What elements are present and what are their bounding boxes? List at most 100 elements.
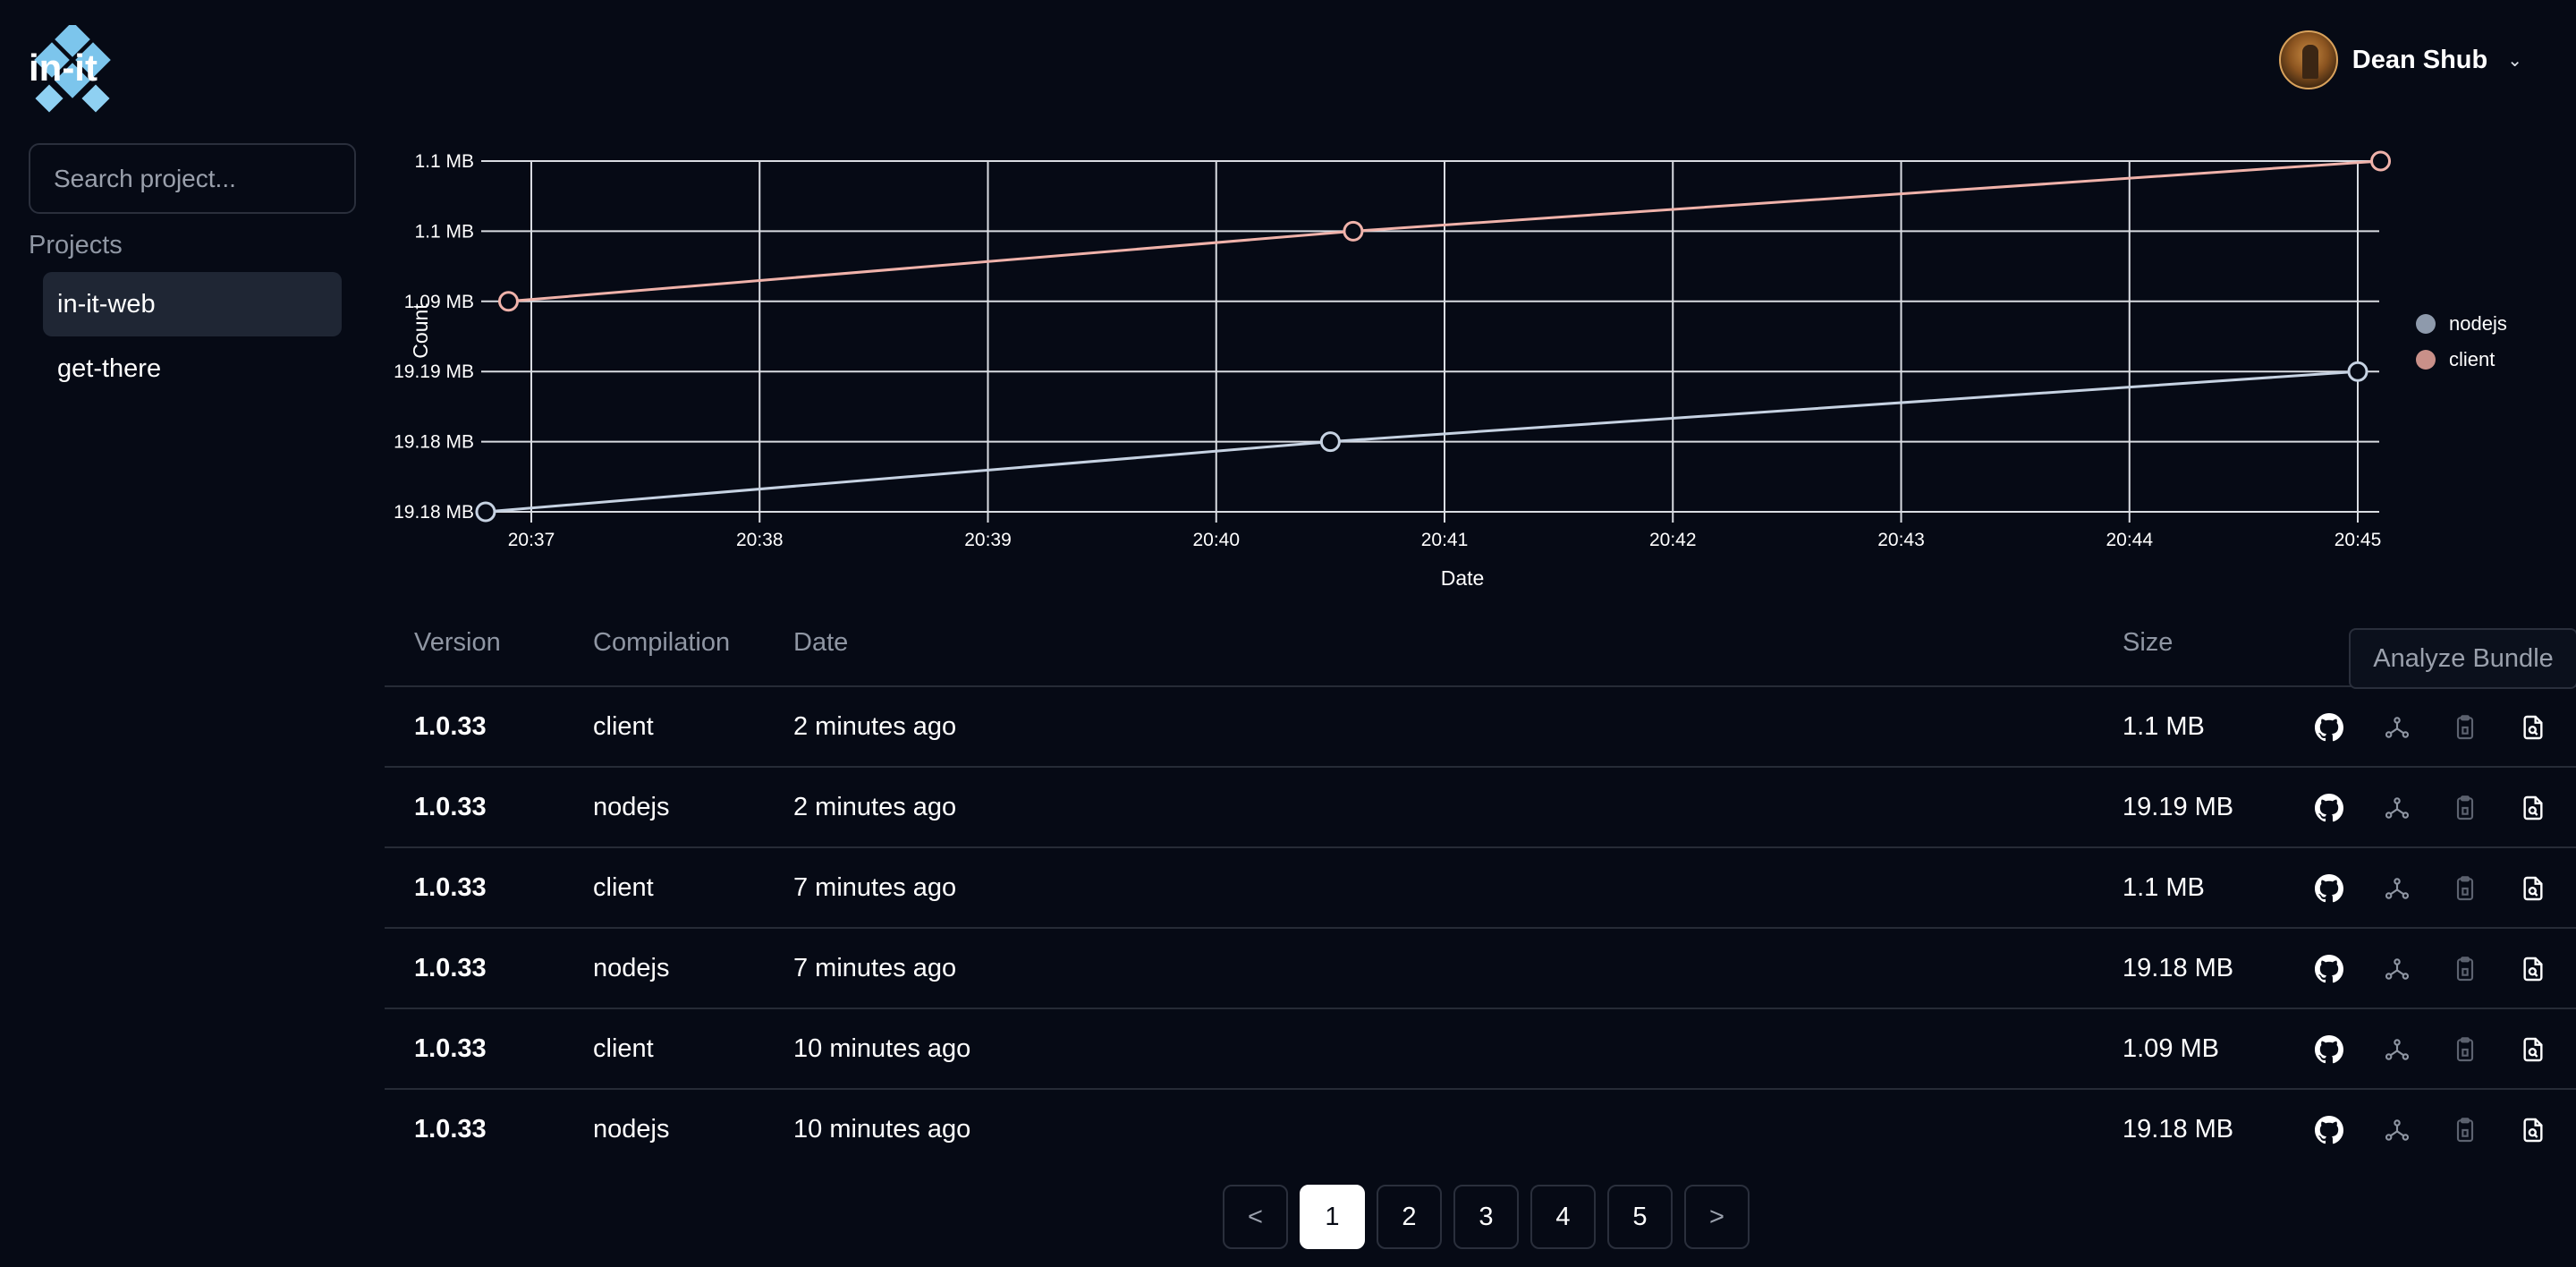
clipboard-icon[interactable] (2451, 713, 2479, 742)
row-version: 1.0.33 (414, 1034, 487, 1063)
x-tick-label: 20:38 (736, 530, 784, 550)
table-header: Version Compilation Date Size Analyze Bu… (385, 617, 2576, 689)
user-menu[interactable]: Dean Shub ⌄ (2278, 30, 2522, 89)
file-search-icon[interactable] (2519, 794, 2547, 822)
graph-icon[interactable] (2383, 713, 2411, 742)
table-row[interactable]: 1.0.33 client 7 minutes ago 1.1 MB (385, 848, 2576, 929)
row-date: 7 minutes ago (793, 954, 957, 982)
page-1-button[interactable]: 1 (1300, 1185, 1365, 1249)
file-search-icon[interactable] (2519, 713, 2547, 742)
page-4-button[interactable]: 4 (1530, 1185, 1596, 1249)
bundle-size-chart: 19.18 MB 19.18 MB 19.19 MB 1.09 MB 1.1 MB 1.1… (376, 134, 2576, 599)
file-search-icon[interactable] (2519, 874, 2547, 903)
sidebar: in-it Projects in-it-web get-there (0, 0, 376, 1267)
row-date: 2 minutes ago (793, 712, 957, 741)
row-compilation: client (593, 1034, 654, 1063)
data-point-client[interactable] (1343, 220, 1364, 242)
y-tick-label: 19.18 MB (394, 432, 474, 453)
x-tick-label: 20:41 (1421, 530, 1469, 550)
github-icon[interactable] (2315, 1035, 2343, 1064)
row-version: 1.0.33 (414, 1115, 487, 1144)
projects-section-label: Projects (29, 231, 123, 259)
header-size: Size (2123, 628, 2174, 657)
legend-label-client: client (2449, 348, 2495, 370)
y-tick-label: 19.18 MB (394, 502, 474, 523)
github-icon[interactable] (2315, 955, 2343, 983)
clipboard-icon[interactable] (2451, 1035, 2479, 1064)
graph-icon[interactable] (2383, 1116, 2411, 1144)
x-axis-title: Date (1441, 566, 1485, 590)
analyze-bundle-button[interactable]: Analyze Bundle (2349, 628, 2576, 689)
data-point-nodejs[interactable] (2347, 361, 2368, 382)
data-point-nodejs[interactable] (475, 501, 496, 523)
clipboard-icon[interactable] (2451, 955, 2479, 983)
row-date: 2 minutes ago (793, 793, 957, 821)
data-point-nodejs[interactable] (1319, 431, 1341, 453)
x-tick-label: 20:45 (2334, 530, 2382, 550)
y-tick-label: 19.19 MB (394, 361, 474, 382)
user-name: Dean Shub (2351, 45, 2488, 74)
graph-icon[interactable] (2383, 874, 2411, 903)
page-3-button[interactable]: 3 (1453, 1185, 1519, 1249)
row-compilation: client (593, 712, 654, 741)
data-point-client[interactable] (2370, 150, 2392, 172)
x-tick-label: 20:44 (2106, 530, 2153, 550)
logo-text: in-it (29, 47, 97, 89)
table-body: 1.0.33 client 2 minutes ago 1.1 MB 1.0.33 nod… (385, 687, 2576, 1170)
next-page-button[interactable]: > (1684, 1185, 1750, 1249)
y-tick-label: 1.1 MB (414, 221, 474, 242)
table-row[interactable]: 1.0.33 client 10 minutes ago 1.09 MB (385, 1009, 2576, 1090)
data-point-client[interactable] (497, 291, 519, 312)
legend-swatch-nodejs (2416, 314, 2436, 334)
y-axis-title: Count (409, 303, 432, 359)
github-icon[interactable] (2315, 874, 2343, 903)
page-2-button[interactable]: 2 (1377, 1185, 1442, 1249)
row-size: 1.1 MB (2123, 873, 2205, 902)
row-version: 1.0.33 (414, 873, 487, 902)
github-icon[interactable] (2315, 713, 2343, 742)
clipboard-icon[interactable] (2451, 794, 2479, 822)
table-row[interactable]: 1.0.33 nodejs 2 minutes ago 19.19 MB (385, 768, 2576, 848)
file-search-icon[interactable] (2519, 1035, 2547, 1064)
chart-svg: 19.18 MB19.18 MB19.19 MB1.09 MB1.1 MB1.1… (394, 150, 2507, 590)
avatar (2278, 30, 2338, 89)
project-item-in-it-web[interactable]: in-it-web (43, 272, 342, 336)
table-row[interactable]: 1.0.33 client 2 minutes ago 1.1 MB (385, 687, 2576, 768)
row-compilation: nodejs (593, 954, 670, 982)
logo-diamonds-icon: in-it (29, 21, 111, 113)
builds-table: Version Compilation Date Size Analyze Bu… (385, 617, 2576, 1170)
row-size: 1.09 MB (2123, 1034, 2219, 1063)
graph-icon[interactable] (2383, 955, 2411, 983)
row-date: 10 minutes ago (793, 1034, 971, 1063)
row-size: 1.1 MB (2123, 712, 2205, 741)
project-item-get-there[interactable]: get-there (43, 336, 342, 401)
x-tick-label: 20:42 (1649, 530, 1697, 550)
page-5-button[interactable]: 5 (1607, 1185, 1673, 1249)
app-logo[interactable]: in-it (27, 21, 118, 116)
graph-icon[interactable] (2383, 794, 2411, 822)
clipboard-icon[interactable] (2451, 874, 2479, 903)
row-version: 1.0.33 (414, 793, 487, 821)
clipboard-icon[interactable] (2451, 1116, 2479, 1144)
table-row[interactable]: 1.0.33 nodejs 10 minutes ago 19.18 MB (385, 1090, 2576, 1170)
github-icon[interactable] (2315, 794, 2343, 822)
row-size: 19.19 MB (2123, 793, 2234, 821)
file-search-icon[interactable] (2519, 955, 2547, 983)
x-tick-label: 20:40 (1192, 530, 1240, 550)
row-compilation: nodejs (593, 1115, 670, 1144)
prev-page-button[interactable]: < (1223, 1185, 1288, 1249)
file-search-icon[interactable] (2519, 1116, 2547, 1144)
project-search-input[interactable] (29, 143, 356, 214)
header-date: Date (793, 628, 849, 657)
pagination: < 1 2 3 4 5 > (1223, 1185, 1761, 1249)
graph-icon[interactable] (2383, 1035, 2411, 1064)
x-tick-label: 20:39 (964, 530, 1012, 550)
row-version: 1.0.33 (414, 954, 487, 982)
table-row[interactable]: 1.0.33 nodejs 7 minutes ago 19.18 MB (385, 929, 2576, 1009)
github-icon[interactable] (2315, 1116, 2343, 1144)
row-compilation: client (593, 873, 654, 902)
row-date: 10 minutes ago (793, 1115, 971, 1144)
header-compilation: Compilation (593, 628, 731, 657)
row-version: 1.0.33 (414, 712, 487, 741)
legend-label-nodejs: nodejs (2449, 312, 2507, 335)
